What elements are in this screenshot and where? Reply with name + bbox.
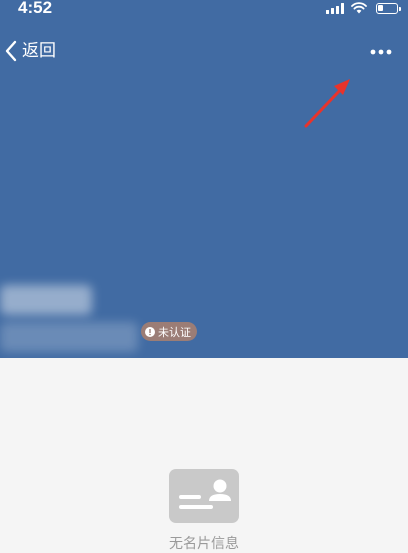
more-icon[interactable] [364,42,398,62]
status-badge: 未认证 [141,322,197,341]
annotation-arrow-icon [304,79,350,128]
empty-state-label: 无名片信息 [169,536,239,552]
battery-icon [376,3,401,14]
signal-icon [326,3,344,14]
profile-page: 4:52 返回 未认证 无名片信息 [0,0,408,553]
badge-label: 未认证 [158,325,191,339]
alert-circle-icon [145,326,155,337]
profile-name-redacted [0,285,92,315]
status-time: 4:52 [18,0,53,17]
back-button[interactable]: 返回 [4,39,56,63]
back-label: 返回 [22,41,56,61]
profile-subtitle-redacted [0,322,138,352]
status-bar: 4:52 [0,0,408,20]
wifi-icon [351,2,367,14]
business-card-icon [169,469,239,523]
empty-state: 无名片信息 [0,465,408,553]
profile-header: 4:52 返回 未认证 [0,0,408,358]
chevron-left-icon [5,40,17,62]
